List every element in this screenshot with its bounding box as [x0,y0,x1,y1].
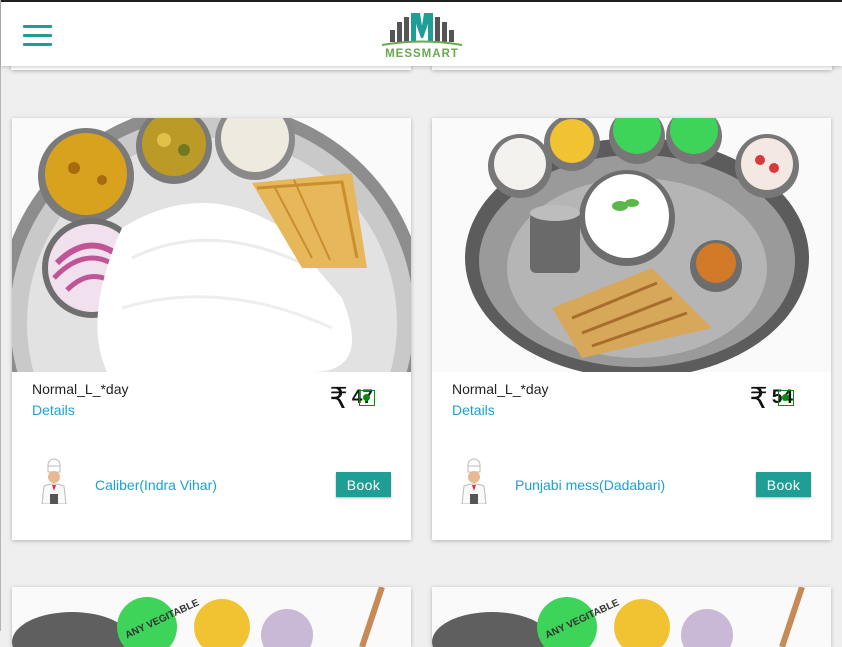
mess-name-link[interactable]: Caliber(Indra Vihar) [95,477,217,493]
chef-avatar-icon [34,458,74,505]
meal-title: Normal_L_*day [452,381,549,397]
mess-name-link[interactable]: Punjabi mess(Dadabari) [515,477,665,493]
veg-indicator-icon [359,390,375,406]
meal-card[interactable]: Normal_L_*day Details ₹ 54 Punjabi mess(… [432,118,831,540]
book-button[interactable]: Book [756,472,811,497]
thali-image[interactable] [12,118,411,372]
rupee-icon: ₹ [749,381,768,415]
details-link[interactable]: Details [32,402,75,418]
book-button[interactable]: Book [336,472,391,497]
rupee-icon: ₹ [329,381,348,415]
meal-title: Normal_L_*day [32,381,129,397]
next-card-left[interactable]: ANY VEGITABLE [12,587,411,647]
app-header: MESSMART [1,2,842,66]
meal-card[interactable]: Normal_L_*day Details ₹ 47 Caliber(Indra… [12,118,411,540]
logo-text: MESSMART [385,48,459,60]
veg-indicator-icon [778,390,794,406]
messmart-logo[interactable]: MESSMART [376,8,468,62]
chef-avatar-icon [454,458,494,505]
details-link[interactable]: Details [452,402,495,418]
next-card-right[interactable]: ANY VEGITABLE [432,587,831,647]
thali-image: ANY VEGITABLE [12,587,411,647]
thali-image: ANY VEGITABLE [432,587,831,647]
logo-mark-icon [381,13,463,46]
thali-image[interactable] [432,118,831,372]
left-border [0,0,1,631]
hamburger-menu-icon[interactable] [23,25,53,47]
